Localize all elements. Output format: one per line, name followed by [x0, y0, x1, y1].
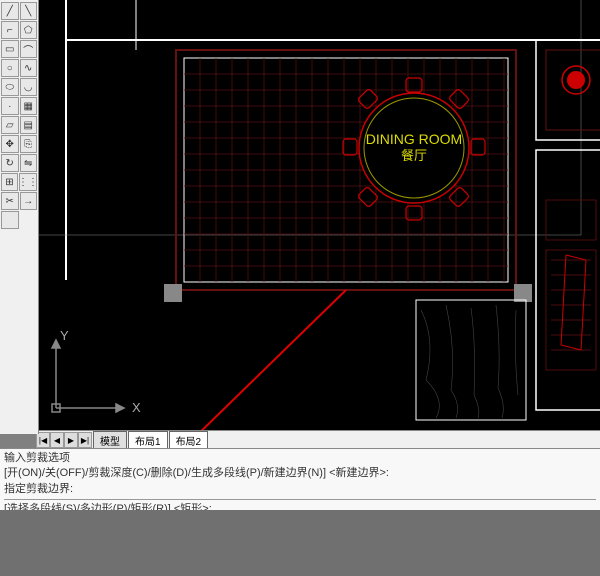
command-window[interactable]: 输入剪裁选项 [开(ON)/关(OFF)/剪裁深度(C)/删除(D)/生成多段线…	[0, 448, 600, 515]
point-tool[interactable]: ·	[1, 97, 19, 115]
draw-toolbar: ╱╲ ⌐⬠ ▭⌒ ○∿ ⬭◡ ·▦ ▱▤ ✥⎘ ↻⇋ ⊞⋮⋮ ✂→	[0, 0, 39, 434]
tab-next-icon[interactable]: ▶	[64, 432, 78, 448]
tab-model[interactable]: 模型	[93, 431, 127, 450]
rectangle-tool[interactable]: ▭	[1, 40, 19, 58]
ellipse-arc-tool[interactable]: ◡	[20, 78, 38, 96]
mirror-tool[interactable]: ⇋	[20, 154, 38, 172]
array-tool[interactable]: ⋮⋮	[19, 173, 37, 191]
polygon-tool[interactable]: ⬠	[20, 21, 38, 39]
offset-tool[interactable]: ⊞	[1, 173, 18, 191]
polyline-tool[interactable]: ⌐	[1, 21, 19, 39]
command-history-line: 指定剪裁边界:	[4, 482, 596, 497]
axis-y-label: Y	[60, 328, 69, 343]
hatch-tool[interactable]: ▦	[20, 97, 38, 115]
grip-handle[interactable]	[164, 284, 182, 302]
tab-prev-icon[interactable]: ◀	[50, 432, 64, 448]
tab-layout1[interactable]: 布局1	[128, 431, 168, 450]
drawing-canvas[interactable]: DINING ROOM 餐厅 X Y	[36, 0, 600, 430]
tab-layout2[interactable]: 布局2	[169, 431, 209, 450]
annotation-arrow	[151, 290, 346, 430]
grip-handle[interactable]	[514, 284, 532, 302]
layout-tabs: |◀ ◀ ▶ ▶| 模型 布局1 布局2	[36, 430, 600, 449]
axis-x-label: X	[132, 400, 141, 415]
move-tool[interactable]: ✥	[1, 135, 19, 153]
rotate-tool[interactable]: ↻	[1, 154, 19, 172]
room-label-zh: 餐厅	[401, 148, 427, 163]
ucs-icon	[52, 340, 124, 412]
construction-line-tool[interactable]: ╲	[20, 2, 38, 20]
trim-tool[interactable]: ✂	[1, 192, 19, 210]
tab-first-icon[interactable]: |◀	[36, 432, 50, 448]
ellipse-tool[interactable]: ⬭	[1, 78, 19, 96]
room-label-en: DINING ROOM	[366, 131, 462, 147]
extend-tool[interactable]: →	[20, 192, 38, 210]
tab-last-icon[interactable]: ▶|	[78, 432, 92, 448]
line-tool[interactable]: ╱	[1, 2, 19, 20]
arc-tool[interactable]: ⌒	[20, 40, 38, 58]
region-tool[interactable]: ▱	[1, 116, 19, 134]
circle-tool[interactable]: ○	[1, 59, 19, 77]
status-area	[0, 510, 600, 576]
blank-tool[interactable]	[1, 211, 19, 229]
command-history-line: 输入剪裁选项	[4, 451, 596, 466]
table-tool[interactable]: ▤	[20, 116, 38, 134]
spline-tool[interactable]: ∿	[20, 59, 38, 77]
copy-tool[interactable]: ⎘	[20, 135, 38, 153]
command-history-line: [开(ON)/关(OFF)/剪裁深度(C)/删除(D)/生成多段线(P)/新建边…	[4, 466, 596, 481]
